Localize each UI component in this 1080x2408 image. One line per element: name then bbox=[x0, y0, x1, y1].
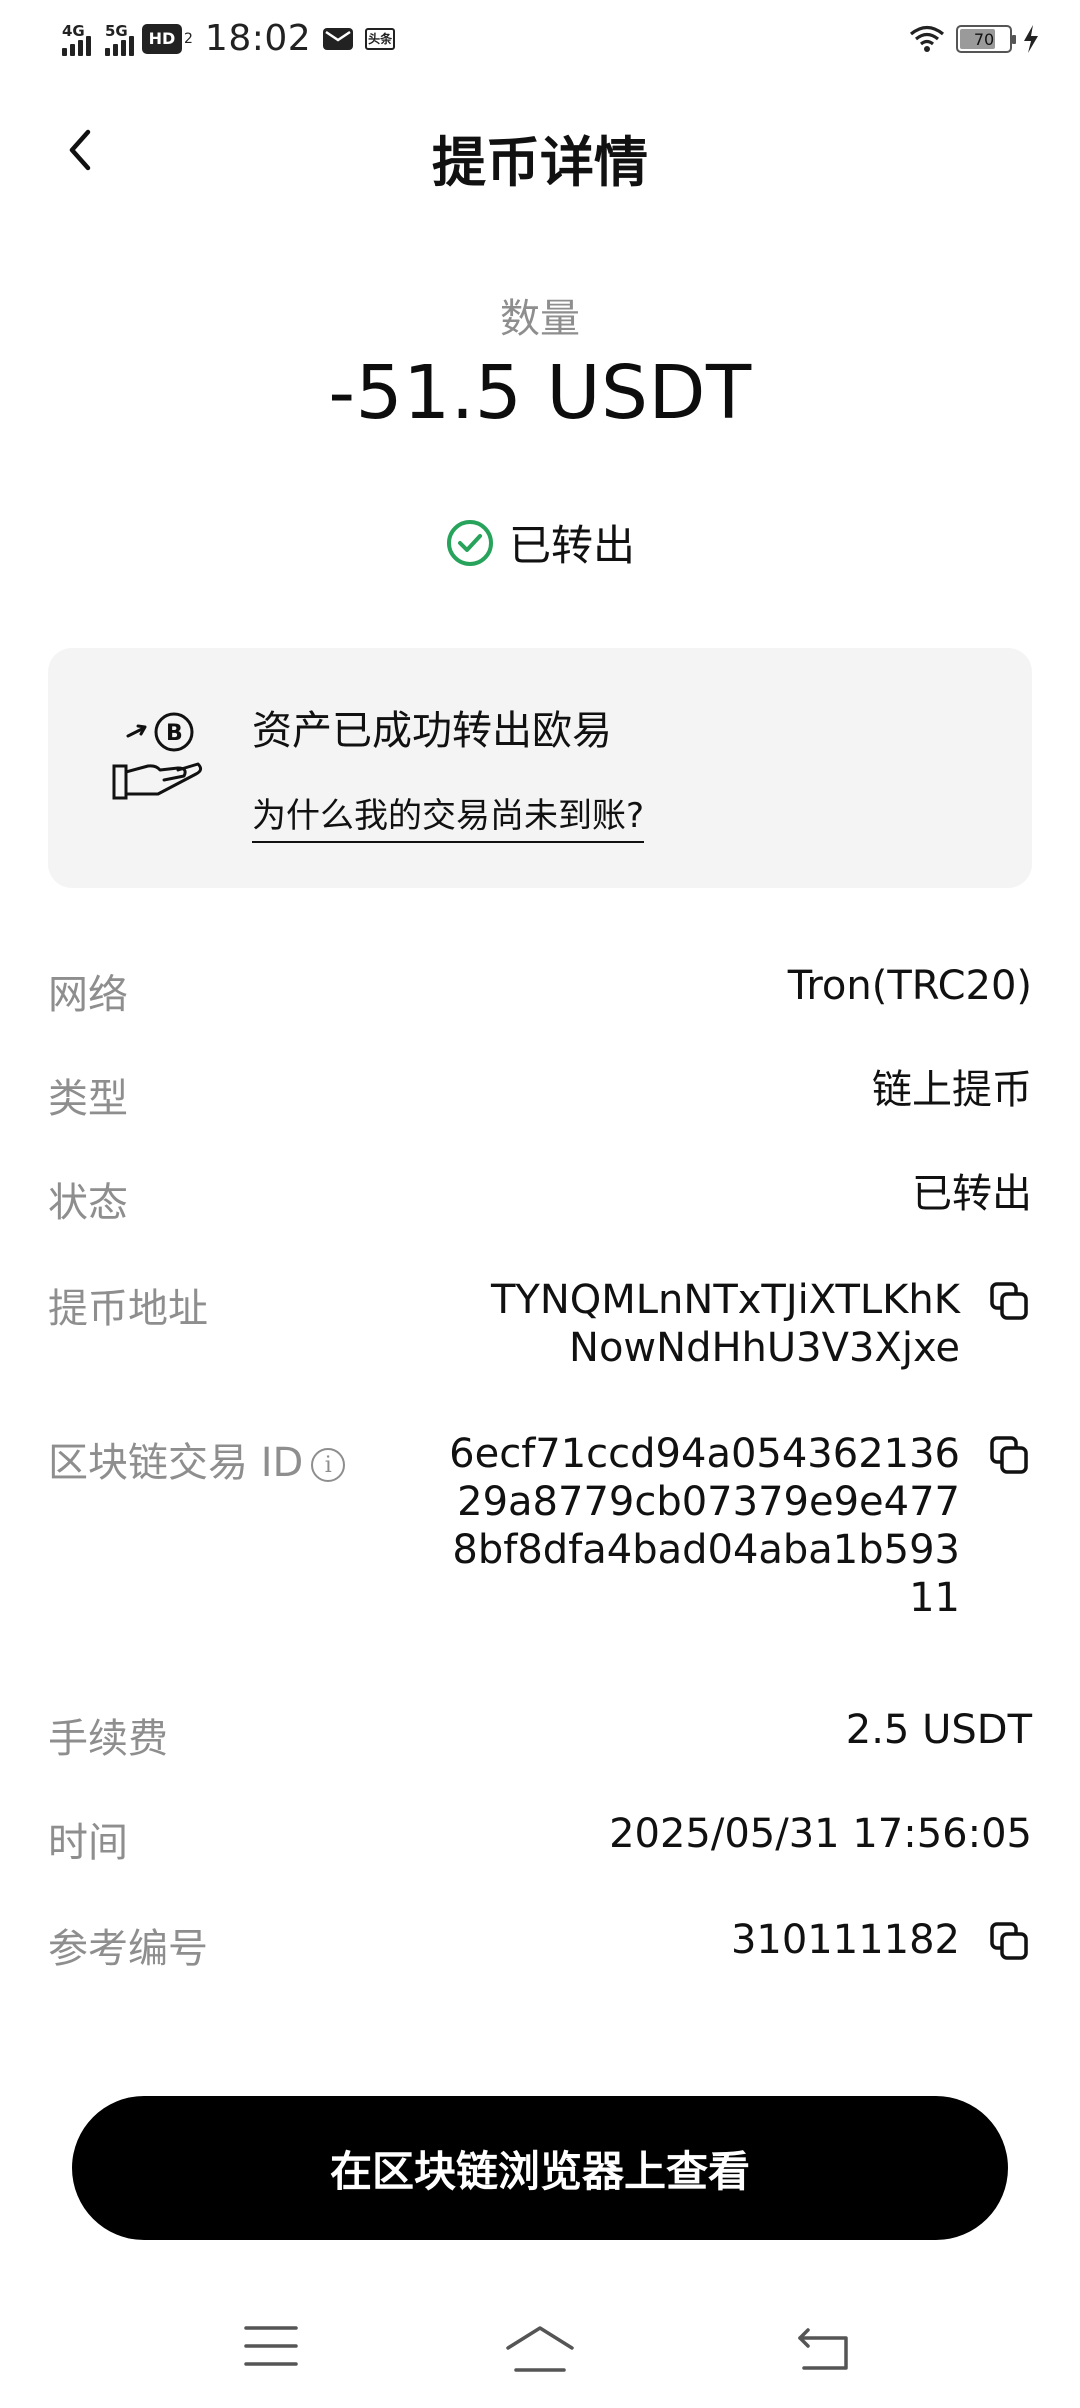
copy-icon[interactable] bbox=[988, 1280, 1032, 1324]
menu-icon[interactable] bbox=[244, 2324, 298, 2368]
page-title: 提币详情 bbox=[432, 131, 648, 194]
txid-line: 6ecf71ccd94a054362136 bbox=[449, 1431, 960, 1477]
transfer-status: 已转出 bbox=[0, 512, 1080, 573]
detail-row-network: 网络 Tron(TRC20) bbox=[48, 962, 1032, 1022]
status-label: 状态 bbox=[48, 1180, 128, 1226]
address-value: TYNQMLnNTxTJiXTLKhK NowNdHhU3V3Xjxe bbox=[491, 1276, 960, 1372]
address-line: TYNQMLnNTxTJiXTLKhK bbox=[490, 1277, 960, 1323]
info-icon[interactable]: i bbox=[311, 1448, 346, 1482]
txid-line: 11 bbox=[909, 1575, 960, 1621]
detail-row-type: 类型 链上提币 bbox=[48, 1066, 1032, 1126]
fee-value: 2.5 USDT bbox=[845, 1707, 1032, 1753]
network-5g-label: 5G bbox=[105, 21, 128, 40]
charging-icon bbox=[1024, 25, 1038, 53]
wifi-icon bbox=[909, 25, 945, 52]
home-icon[interactable] bbox=[504, 2324, 576, 2374]
view-on-explorer-button[interactable]: 在区块链浏览器上查看 bbox=[72, 2096, 1008, 2240]
check-circle-icon bbox=[446, 519, 493, 566]
signal-icon: 4G bbox=[62, 22, 91, 56]
notice-card: B 资产已成功转出欧易 为什么我的交易尚未到账? bbox=[48, 648, 1032, 888]
why-not-arrived-link[interactable]: 为什么我的交易尚未到账? bbox=[252, 788, 645, 843]
txid-line: 8bf8dfa4bad04aba1b593 bbox=[452, 1527, 960, 1573]
time-label: 时间 bbox=[48, 1820, 128, 1866]
ref-label: 参考编号 bbox=[48, 1926, 208, 1972]
network-value: Tron(TRC20) bbox=[787, 963, 1032, 1009]
detail-row-txid: 区块链交易 ID i 6ecf71ccd94a054362136 29a8779c… bbox=[48, 1430, 1032, 1630]
time-value: 2025/05/31 17:56:05 bbox=[609, 1811, 1032, 1857]
txid-line: 29a8779cb07379e9e477 bbox=[457, 1479, 960, 1525]
txid-label: 区块链交易 ID i bbox=[48, 1430, 346, 1488]
status-value: 已转出 bbox=[912, 1171, 1032, 1217]
network-label: 网络 bbox=[48, 972, 128, 1018]
status-bar: 4G 5G HD 2 18:02 头条 70 bbox=[0, 0, 1080, 84]
copy-icon[interactable] bbox=[988, 1920, 1032, 1964]
detail-row-fee: 手续费 2.5 USDT bbox=[48, 1706, 1032, 1766]
status-right: 70 bbox=[908, 24, 1040, 54]
status-text: 已转出 bbox=[508, 521, 635, 570]
clock: 18:02 bbox=[204, 18, 312, 59]
withdrawal-detail-screen: 4G 5G HD 2 18:02 头条 70 提币详情 数量 -51.5 USD… bbox=[0, 0, 1080, 2408]
detail-row-address: 提币地址 TYNQMLnNTxTJiXTLKhK NowNdHhU3V3Xjxe bbox=[48, 1276, 1032, 1386]
amount-label: 数量 bbox=[500, 296, 580, 342]
type-value: 链上提币 bbox=[872, 1067, 1032, 1113]
type-label: 类型 bbox=[48, 1076, 128, 1122]
battery-icon: 70 bbox=[956, 25, 1016, 53]
txid-value: 6ecf71ccd94a054362136 29a8779cb07379e9e4… bbox=[449, 1430, 960, 1622]
mail-icon bbox=[323, 27, 354, 50]
notice-message: 资产已成功转出欧易 bbox=[252, 708, 612, 754]
back-icon[interactable] bbox=[796, 2324, 852, 2372]
hd-sub-label: 2 bbox=[184, 30, 193, 47]
status-left: 4G 5G HD 2 18:02 头条 bbox=[62, 18, 396, 59]
txid-label-text: 区块链交易 ID bbox=[48, 1440, 304, 1486]
detail-row-status: 状态 已转出 bbox=[48, 1170, 1032, 1230]
network-4g-label: 4G bbox=[62, 21, 85, 40]
detail-row-time: 时间 2025/05/31 17:56:05 bbox=[48, 1810, 1032, 1870]
signal-icon: 5G bbox=[105, 22, 134, 56]
address-label: 提币地址 bbox=[48, 1286, 208, 1332]
header: 提币详情 bbox=[0, 110, 1080, 194]
hd-voice-badge: HD bbox=[142, 23, 182, 54]
news-badge: 头条 bbox=[365, 27, 396, 50]
ref-value: 310111182 bbox=[730, 1917, 960, 1963]
detail-row-ref: 参考编号 310111182 bbox=[48, 1916, 1032, 1976]
amount-value: -51.5 USDT bbox=[328, 350, 752, 436]
hand-coin-icon: B bbox=[112, 712, 203, 800]
battery-level: 70 bbox=[973, 29, 995, 49]
svg-text:B: B bbox=[166, 721, 183, 746]
address-line: NowNdHhU3V3Xjxe bbox=[569, 1325, 960, 1371]
copy-icon[interactable] bbox=[988, 1434, 1032, 1478]
fee-label: 手续费 bbox=[48, 1716, 168, 1762]
system-nav-bar bbox=[0, 2300, 1080, 2408]
